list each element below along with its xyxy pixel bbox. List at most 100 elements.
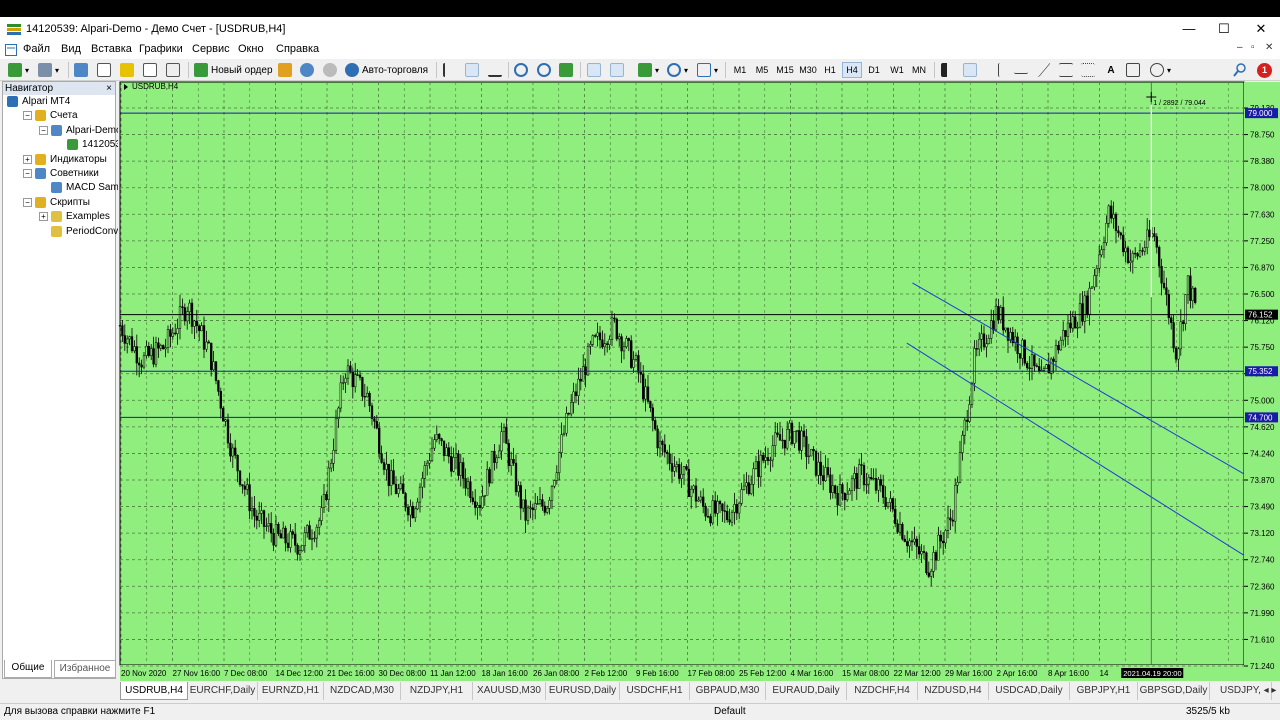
terminal-button[interactable] xyxy=(143,61,160,79)
timeframe-w1-button[interactable]: W1 xyxy=(888,62,906,78)
chart-tab[interactable]: EURAUD,Daily xyxy=(766,682,847,700)
new-order-button[interactable]: Новый ордер xyxy=(194,61,273,79)
cursor-button[interactable] xyxy=(941,61,958,79)
chart-tab[interactable]: GBPJPY,H1 xyxy=(1070,682,1138,700)
zoom-out-button[interactable] xyxy=(537,61,554,79)
chart-tab[interactable]: USDCAD,Daily xyxy=(989,682,1070,700)
zoom-in-button[interactable] xyxy=(514,61,531,79)
indicators-button[interactable]: ▾ xyxy=(638,61,659,79)
chart-tab[interactable]: EURCHF,Daily xyxy=(188,682,258,700)
candle-body xyxy=(810,449,813,457)
chart-tab[interactable]: XAUUSD,M30 xyxy=(473,682,546,700)
tree-expander-icon[interactable]: − xyxy=(23,169,32,178)
text-label-button[interactable] xyxy=(1126,61,1143,79)
navigator-close-button[interactable]: × xyxy=(106,82,112,95)
candle-body xyxy=(1086,295,1089,315)
timeframe-h4-button[interactable]: H4 xyxy=(842,62,862,78)
mdi-minimize-button[interactable]: – xyxy=(1237,42,1243,53)
market-button[interactable] xyxy=(323,61,340,79)
new-chart-button[interactable]: ▾ xyxy=(8,61,29,79)
periods-button[interactable]: ▾ xyxy=(667,61,688,79)
time-tick-label: 8 Apr 16:00 xyxy=(1048,669,1089,678)
chart-tab[interactable]: NZDUSD,H4 xyxy=(918,682,989,700)
chart-tab[interactable]: USDRUB,H4 xyxy=(120,682,188,700)
candle-body xyxy=(366,392,369,398)
arrows-button[interactable]: ▾ xyxy=(1150,61,1171,79)
search-button[interactable] xyxy=(1233,61,1247,79)
chart-tab[interactable]: EURUSD,Daily xyxy=(546,682,620,700)
navigator-item[interactable]: Alpari MT4 xyxy=(7,96,70,107)
navigator-item[interactable]: + Индикаторы xyxy=(23,153,107,165)
timeframe-d1-button[interactable]: D1 xyxy=(865,62,883,78)
timeframe-m1-button[interactable]: M1 xyxy=(731,62,749,78)
navigator-tab-favorites[interactable]: Избранное xyxy=(54,660,116,678)
crosshair-button[interactable] xyxy=(963,61,980,79)
timeframe-m30-button[interactable]: M30 xyxy=(797,62,819,78)
navigator-item[interactable]: − Alpari-Demo xyxy=(39,124,122,136)
minimize-button[interactable]: — xyxy=(1172,17,1206,41)
navigator-item[interactable]: PeriodConve xyxy=(51,225,124,237)
metaeditor-button[interactable] xyxy=(278,61,295,79)
close-button[interactable]: ✕ xyxy=(1244,17,1278,41)
tester-button[interactable] xyxy=(166,61,183,79)
templates-button[interactable]: ▾ xyxy=(697,61,718,79)
candle-chart-button[interactable] xyxy=(465,61,482,79)
menu-view[interactable]: Вид xyxy=(61,43,81,55)
chart-tab[interactable]: NZDCHF,H4 xyxy=(847,682,918,700)
horizontal-line-button[interactable] xyxy=(1014,61,1031,79)
price-chart[interactable]: 79.13078.75078.38078.00077.63077.25076.8… xyxy=(118,81,1280,681)
navigator-tab-common[interactable]: Общие xyxy=(4,660,52,678)
navigator-item[interactable]: − Советники xyxy=(23,168,99,179)
navigator-item[interactable]: − Скрипты xyxy=(23,196,90,208)
timeframe-mn-button[interactable]: MN xyxy=(909,62,929,78)
chart-window-icon[interactable] xyxy=(5,44,17,56)
text-tool-button[interactable]: A xyxy=(1104,61,1118,79)
bar-chart-button[interactable] xyxy=(443,61,460,79)
market-watch-button[interactable] xyxy=(74,61,91,79)
mdi-restore-button[interactable]: ▫ xyxy=(1251,42,1255,53)
equidistant-channel-button[interactable] xyxy=(1059,61,1076,79)
line-chart-button[interactable] xyxy=(488,61,505,79)
navigator-item[interactable]: + Examples xyxy=(39,211,110,223)
navigator-button[interactable] xyxy=(120,61,137,79)
horizontal-line-icon xyxy=(1014,66,1028,74)
timeframe-m15-button[interactable]: M15 xyxy=(774,62,796,78)
navigator-item[interactable]: MACD Samp xyxy=(51,182,124,194)
menu-charts[interactable]: Графики xyxy=(139,43,183,55)
chart-tab[interactable]: NZDJPY,H1 xyxy=(401,682,473,700)
tab-scroll-arrows[interactable]: ◂ ▸ xyxy=(1260,682,1280,700)
chart-tab[interactable]: USDCHF,H1 xyxy=(620,682,690,700)
chart-tab[interactable]: GBPAUD,M30 xyxy=(690,682,766,700)
tree-expander-icon[interactable]: − xyxy=(23,197,32,207)
tree-expander-icon[interactable]: + xyxy=(23,154,32,164)
maximize-button[interactable]: ☐ xyxy=(1207,17,1241,41)
chart-tab[interactable]: EURNZD,H1 xyxy=(258,682,324,700)
alerts-button[interactable]: 1 xyxy=(1257,61,1272,79)
mdi-close-button[interactable]: ✕ xyxy=(1265,42,1273,53)
chart-tab[interactable]: GBPSGD,Daily xyxy=(1138,682,1210,700)
timeframe-m5-button[interactable]: M5 xyxy=(753,62,771,78)
autoscroll-button[interactable] xyxy=(587,61,604,79)
menu-tools[interactable]: Сервис xyxy=(192,43,230,55)
vertical-line-button[interactable] xyxy=(992,61,1015,79)
menu-help[interactable]: Справка xyxy=(276,43,319,55)
trendline-button[interactable] xyxy=(1031,61,1051,79)
menu-window[interactable]: Окно xyxy=(238,43,264,55)
menu-file[interactable]: Файл xyxy=(23,43,50,55)
candle-body xyxy=(234,447,237,456)
auto-trading-button[interactable]: Авто-торговля xyxy=(345,61,428,79)
time-tick-label: 17 Feb 08:00 xyxy=(688,669,736,678)
tile-windows-button[interactable] xyxy=(559,61,576,79)
menu-insert[interactable]: Вставка xyxy=(91,43,132,55)
fibonacci-button[interactable] xyxy=(1081,61,1098,79)
chart-tab[interactable]: NZDCAD,M30 xyxy=(324,682,401,700)
data-window-button[interactable] xyxy=(97,61,114,79)
tree-expander-icon[interactable]: − xyxy=(39,125,48,135)
profiles-button[interactable]: ▾ xyxy=(38,61,59,79)
tree-expander-icon[interactable]: + xyxy=(39,212,48,222)
timeframe-h1-button[interactable]: H1 xyxy=(821,62,839,78)
chart-shift-button[interactable] xyxy=(610,61,627,79)
signals-button[interactable] xyxy=(300,61,317,79)
tree-expander-icon[interactable]: − xyxy=(23,111,32,121)
navigator-item[interactable]: − Счета xyxy=(23,110,78,122)
